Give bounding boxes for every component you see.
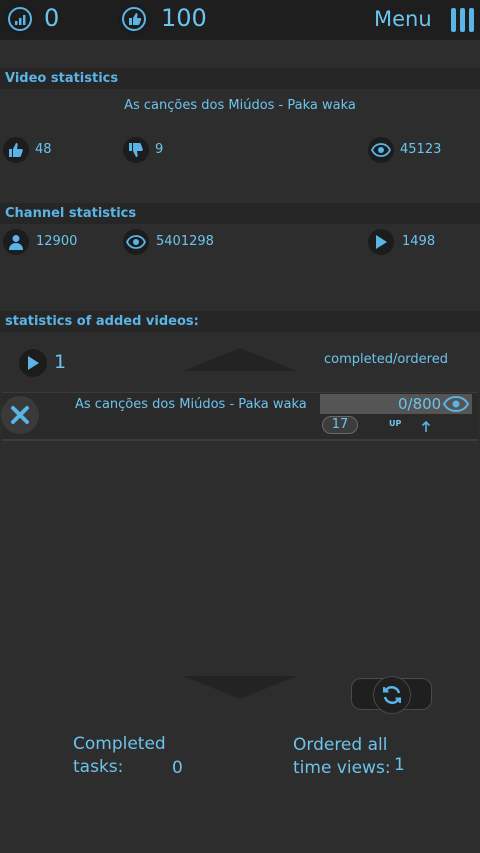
like-count: 48 [35, 142, 52, 157]
added-video-count: 1 [54, 351, 67, 373]
like-icon [3, 137, 29, 163]
menu-icon[interactable] [449, 8, 477, 32]
completed-tasks-label: Completed tasks: [73, 733, 166, 779]
ordered-views-line1: Ordered all [293, 735, 388, 755]
channel-video-count: 1498 [402, 234, 436, 249]
completed-tasks-line1: Completed [73, 734, 166, 754]
subscriber-count: 12900 [36, 234, 78, 249]
completed-tasks-value: 0 [172, 758, 183, 778]
stats-icon [4, 3, 36, 35]
dislike-icon [123, 137, 149, 163]
progress-eye-icon [442, 395, 470, 413]
delete-button[interactable] [1, 396, 39, 434]
up-arrow-icon[interactable] [421, 418, 431, 432]
completed-ordered-label: completed/ordered [324, 352, 448, 367]
thumbs-up-circle-icon [118, 3, 150, 35]
channel-statistics-header: Channel statistics [0, 203, 480, 224]
ordered-views-line2: time views: [293, 758, 391, 778]
refresh-icon[interactable] [373, 676, 411, 714]
top-stat-right: 100 [161, 4, 207, 32]
ordered-views-value: 1 [394, 755, 405, 775]
close-icon [11, 406, 29, 424]
subscriber-icon [3, 229, 29, 255]
eye-icon [368, 137, 394, 163]
completed-tasks-line2: tasks: [73, 757, 124, 777]
top-stat-left: 0 [44, 4, 60, 32]
menu-label[interactable]: Menu [374, 7, 432, 31]
scroll-down-arrow-icon[interactable] [183, 676, 297, 700]
added-play-icon [19, 349, 47, 377]
added-videos-header: statistics of added videos: [0, 311, 480, 332]
video-title: As canções dos Miúdos - Paka waka [124, 98, 356, 113]
added-video-title: As canções dos Miúdos - Paka waka [75, 397, 307, 412]
video-views: 45123 [400, 142, 442, 157]
channel-views: 5401298 [156, 234, 214, 249]
scroll-up-arrow-icon[interactable] [183, 347, 297, 371]
view-progress-text: 0/800 [398, 395, 442, 413]
ordered-views-label: Ordered all time views: [293, 734, 391, 780]
channel-eye-icon [123, 229, 149, 255]
level-badge: 17 [322, 416, 358, 434]
play-icon [368, 229, 394, 255]
dislike-count: 9 [155, 142, 164, 157]
up-label[interactable]: UP [389, 419, 401, 428]
video-statistics-header: Video statistics [0, 68, 480, 89]
